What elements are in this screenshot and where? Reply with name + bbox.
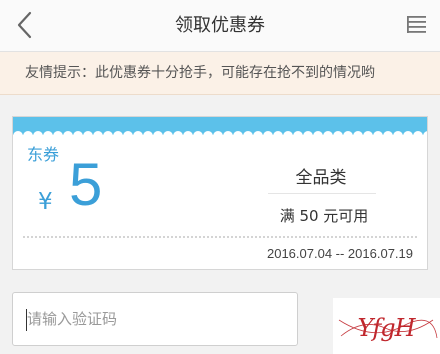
coupon-condition: 满 50 元可用 [279,207,369,225]
scallop-edge [13,131,427,136]
currency-symbol: ¥ [38,189,53,215]
coupon-category: 全品类 [295,168,347,188]
text-cursor [26,309,27,331]
page-title: 领取优惠券 [175,15,265,36]
captcha-image[interactable]: YfgH [333,298,440,354]
coupon-brand-label: 东券 [27,145,60,164]
dotted-separator [23,236,417,238]
captcha-input[interactable] [12,292,298,346]
coupon-card[interactable]: 东券 ¥ 5 全品类 满 50 元可用 2016.07.04 -- 2016.0… [12,116,428,270]
coupon-top-band [13,117,427,136]
captcha-code-text: YfgH [357,314,416,342]
list-menu-icon[interactable] [404,12,430,38]
tip-text: 友情提示：此优惠券十分抢手，可能存在抢不到的情况哟 [25,65,375,81]
coupon-amount: 5 [69,151,103,218]
top-navigation-bar: 领取优惠券 [0,0,440,52]
tip-banner: 友情提示：此优惠券十分抢手，可能存在抢不到的情况哟 [0,52,440,95]
divider [268,193,376,194]
coupon-validity-dates: 2016.07.04 -- 2016.07.19 [266,246,413,261]
